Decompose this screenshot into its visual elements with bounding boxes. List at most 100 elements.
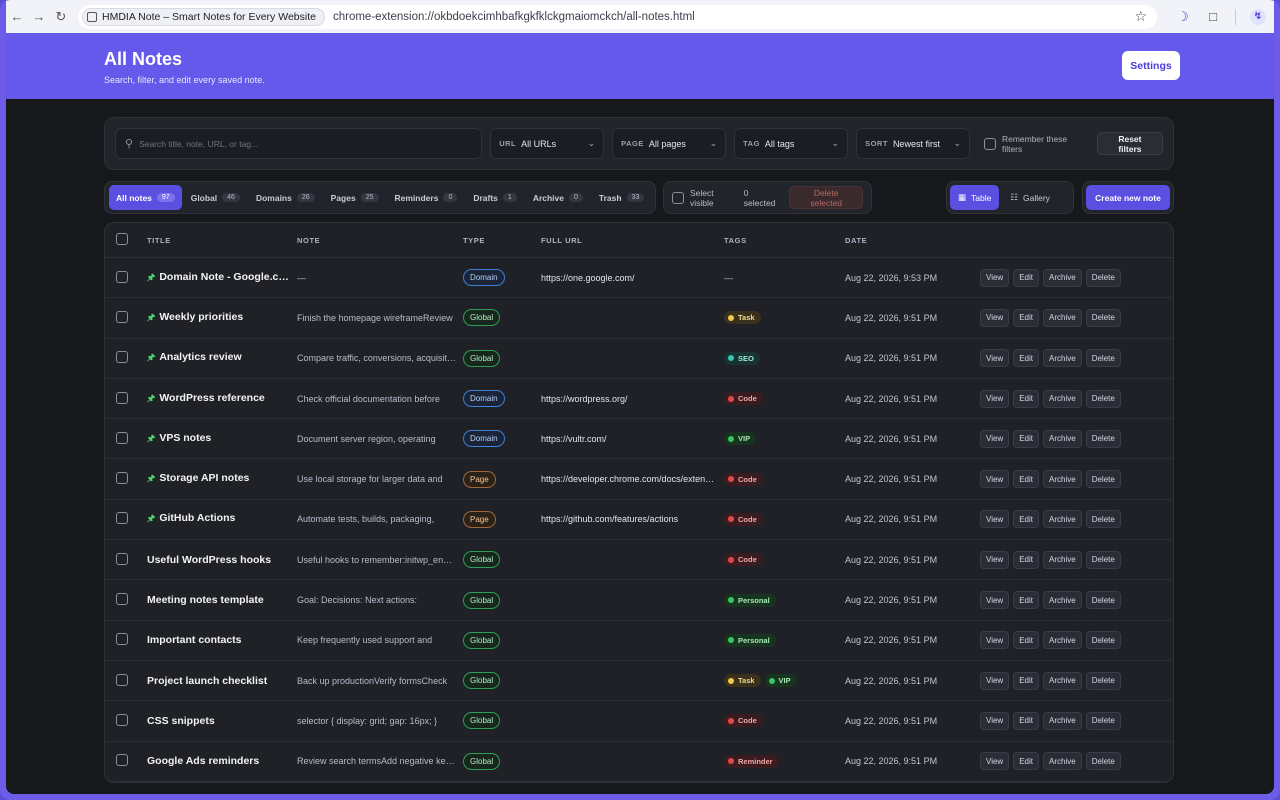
- row-checkbox[interactable]: [116, 673, 128, 686]
- tab-reminders[interactable]: Reminders 0: [388, 185, 465, 210]
- archive-button[interactable]: Archive: [1043, 631, 1082, 650]
- row-checkbox[interactable]: [116, 431, 128, 444]
- view-button[interactable]: View: [980, 671, 1010, 690]
- remember-filters-toggle[interactable]: Remember these filters: [984, 134, 1089, 154]
- archive-button[interactable]: Archive: [1043, 711, 1082, 730]
- delete-button[interactable]: Delete: [1085, 308, 1121, 327]
- bookmark-star-icon[interactable]: ☆: [1134, 8, 1147, 25]
- archive-button[interactable]: Archive: [1043, 268, 1082, 287]
- note-title[interactable]: 🖈 VPS notes: [147, 431, 297, 447]
- tab-global[interactable]: Global 46: [184, 185, 247, 210]
- table-row[interactable]: 🖈 Domain Note - Google.com — Domain https://…: [105, 258, 1173, 299]
- delete-button[interactable]: Delete: [1085, 429, 1121, 448]
- note-title[interactable]: Google Ads reminders: [147, 755, 297, 767]
- edit-button[interactable]: Edit: [1013, 550, 1039, 569]
- view-button[interactable]: View: [980, 268, 1010, 287]
- tab-archive[interactable]: Archive 0: [526, 185, 590, 210]
- page-filter-select[interactable]: PAGE All pages ⌄: [612, 128, 727, 159]
- remember-filters-checkbox[interactable]: [984, 137, 996, 150]
- tab-domains[interactable]: Domains 26: [249, 185, 322, 210]
- search-box[interactable]: ⚲: [115, 128, 483, 159]
- edit-button[interactable]: Edit: [1013, 631, 1039, 650]
- tab-pages[interactable]: Pages 25: [324, 185, 386, 210]
- note-title[interactable]: 🖈 Weekly priorities: [147, 310, 297, 326]
- archive-button[interactable]: Archive: [1043, 308, 1082, 327]
- select-visible-checkbox[interactable]: [672, 191, 685, 204]
- delete-selected-button[interactable]: Delete selected: [789, 186, 864, 209]
- profile-icon[interactable]: ↯: [1250, 8, 1266, 25]
- table-row[interactable]: Useful WordPress hooks Useful hooks to re…: [105, 540, 1173, 581]
- note-title[interactable]: 🖈 Storage API notes: [147, 471, 297, 487]
- tab-all-notes[interactable]: All notes 97: [109, 185, 182, 210]
- tab-trash[interactable]: Trash 33: [592, 185, 651, 210]
- archive-button[interactable]: Archive: [1043, 389, 1082, 408]
- note-title[interactable]: CSS snippets: [147, 715, 297, 727]
- row-checkbox[interactable]: [116, 472, 128, 485]
- archive-button[interactable]: Archive: [1043, 671, 1082, 690]
- search-input[interactable]: [139, 138, 460, 149]
- delete-button[interactable]: Delete: [1085, 470, 1121, 489]
- row-checkbox[interactable]: [116, 552, 128, 565]
- settings-button[interactable]: Settings: [1122, 51, 1180, 80]
- note-title[interactable]: 🖈 Analytics review: [147, 350, 297, 366]
- back-icon[interactable]: ←: [6, 6, 28, 28]
- delete-button[interactable]: Delete: [1085, 510, 1121, 529]
- extensions-puzzle-icon[interactable]: □: [1205, 9, 1221, 25]
- row-checkbox[interactable]: [116, 633, 128, 646]
- table-row[interactable]: Important contacts Keep frequently used s…: [105, 621, 1173, 661]
- sort-select[interactable]: SORT Newest first ⌄: [856, 128, 971, 159]
- tag-filter-select[interactable]: TAG All tags ⌄: [734, 128, 849, 159]
- column-tags[interactable]: TAGS: [724, 236, 845, 245]
- table-row[interactable]: Project launch checklist Back up producti…: [105, 661, 1173, 702]
- archive-button[interactable]: Archive: [1043, 349, 1082, 368]
- edit-button[interactable]: Edit: [1013, 711, 1039, 730]
- delete-button[interactable]: Delete: [1085, 550, 1121, 569]
- table-row[interactable]: 🖈 GitHub Actions Automate tests, builds, p…: [105, 500, 1173, 541]
- note-title[interactable]: Important contacts: [147, 634, 297, 646]
- delete-button[interactable]: Delete: [1085, 591, 1121, 610]
- note-title[interactable]: Meeting notes template: [147, 594, 297, 606]
- view-button[interactable]: View: [980, 550, 1010, 569]
- edit-button[interactable]: Edit: [1013, 308, 1039, 327]
- archive-button[interactable]: Archive: [1043, 752, 1082, 771]
- delete-button[interactable]: Delete: [1085, 389, 1121, 408]
- edit-button[interactable]: Edit: [1013, 268, 1039, 287]
- column-note[interactable]: NOTE: [297, 236, 463, 245]
- row-checkbox[interactable]: [116, 754, 128, 767]
- edit-button[interactable]: Edit: [1013, 591, 1039, 610]
- edit-button[interactable]: Edit: [1013, 671, 1039, 690]
- view-button[interactable]: View: [980, 591, 1010, 610]
- table-row[interactable]: Meeting notes template Goal: Decisions: N…: [105, 580, 1173, 621]
- table-row[interactable]: 🖈 VPS notes Document server region, operat…: [105, 419, 1173, 460]
- table-row[interactable]: Google Ads reminders Review search termsA…: [105, 742, 1173, 782]
- reload-icon[interactable]: ↻: [50, 6, 72, 28]
- table-row[interactable]: 🖈 WordPress reference Check official docum…: [105, 379, 1173, 420]
- view-button[interactable]: View: [980, 711, 1010, 730]
- url-filter-select[interactable]: URL All URLs ⌄: [490, 128, 605, 159]
- row-checkbox[interactable]: [116, 270, 128, 283]
- edit-button[interactable]: Edit: [1013, 429, 1039, 448]
- table-row[interactable]: 🖈 Analytics review Compare traffic, conver…: [105, 339, 1173, 379]
- delete-button[interactable]: Delete: [1085, 752, 1121, 771]
- archive-button[interactable]: Archive: [1043, 470, 1082, 489]
- edit-button[interactable]: Edit: [1013, 752, 1039, 771]
- delete-button[interactable]: Delete: [1085, 711, 1121, 730]
- view-button[interactable]: View: [980, 349, 1010, 368]
- table-row[interactable]: CSS snippets selector { display: grid; ga…: [105, 701, 1173, 742]
- table-row[interactable]: 🖈 Weekly priorities Finish the homepage wi…: [105, 298, 1173, 339]
- moon-icon[interactable]: ☽: [1175, 9, 1191, 25]
- note-title[interactable]: 🖈 GitHub Actions: [147, 511, 297, 527]
- select-all-checkbox[interactable]: [116, 233, 128, 245]
- view-button[interactable]: View: [980, 631, 1010, 650]
- table-view-button[interactable]: ▦ Table: [950, 185, 1000, 210]
- edit-button[interactable]: Edit: [1013, 510, 1039, 529]
- row-checkbox[interactable]: [116, 512, 128, 525]
- column-url[interactable]: FULL URL: [541, 236, 724, 245]
- column-date[interactable]: DATE: [845, 236, 980, 245]
- reset-filters-button[interactable]: Reset filters: [1096, 132, 1163, 155]
- forward-icon[interactable]: →: [28, 6, 50, 28]
- archive-button[interactable]: Archive: [1043, 510, 1082, 529]
- create-note-button[interactable]: Create new note: [1086, 185, 1170, 210]
- edit-button[interactable]: Edit: [1013, 349, 1039, 368]
- view-button[interactable]: View: [980, 308, 1010, 327]
